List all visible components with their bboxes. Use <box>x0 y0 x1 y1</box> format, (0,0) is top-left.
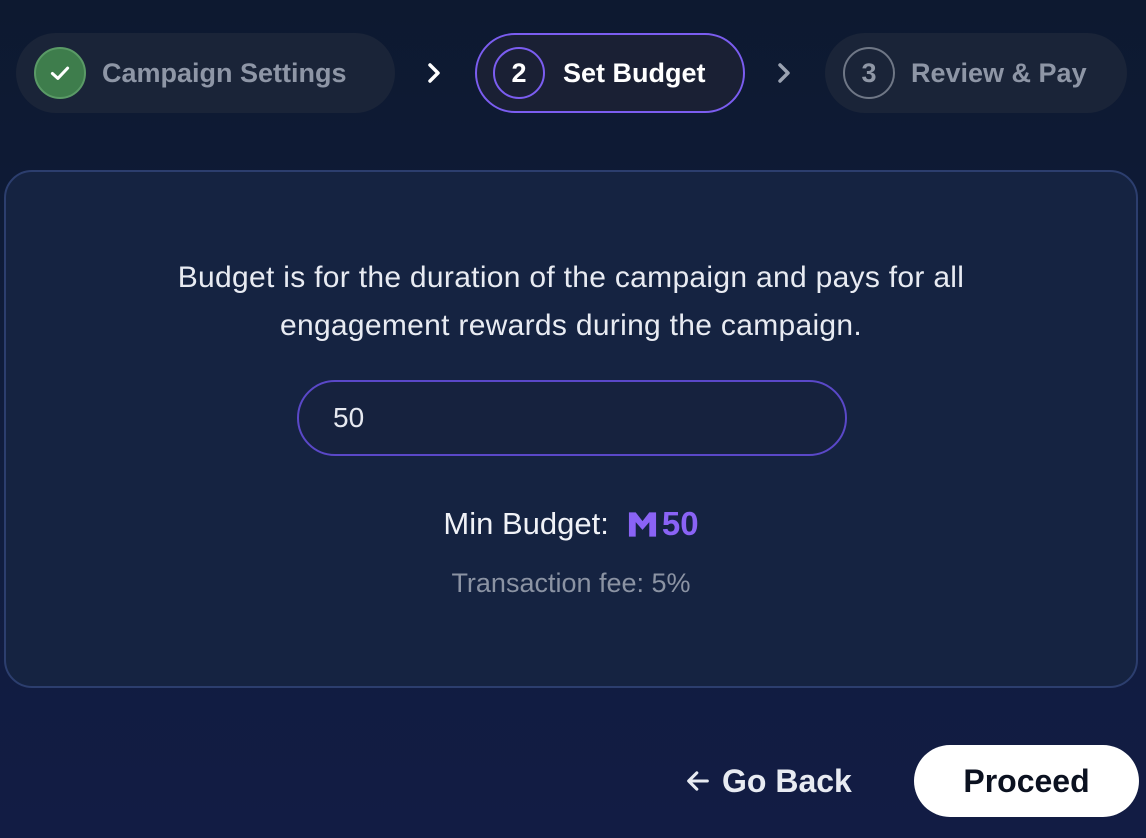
checkmark-icon <box>50 66 70 80</box>
step-campaign-settings[interactable]: Campaign Settings <box>16 33 395 113</box>
step-label: Review & Pay <box>911 57 1087 88</box>
step-review-pay[interactable]: 3 Review & Pay <box>825 33 1127 113</box>
chevron-right-icon <box>778 63 790 83</box>
min-budget-value: 50 <box>661 505 699 542</box>
min-budget-row: Min Budget: 50 <box>6 502 1136 546</box>
step-complete-check <box>34 47 86 99</box>
description-line: engagement rewards during the campaign. <box>279 309 863 342</box>
budget-description: Budget is for the duration of the campai… <box>6 254 1136 350</box>
go-back-button[interactable]: Go Back <box>684 755 852 807</box>
step-number: 3 <box>843 47 895 99</box>
proceed-button[interactable]: Proceed <box>914 745 1139 817</box>
transaction-fee: Transaction fee: 5% <box>451 568 691 598</box>
step-number: 2 <box>493 47 545 99</box>
description-line: Budget is for the duration of the campai… <box>177 261 965 294</box>
step-set-budget[interactable]: 2 Set Budget <box>475 33 745 113</box>
go-back-label: Go Back <box>722 762 852 799</box>
min-budget-label: Min Budget: <box>443 506 609 541</box>
step-label: Set Budget <box>563 57 706 88</box>
arrow-left-icon <box>687 771 709 791</box>
budget-card: Budget is for the duration of the campai… <box>4 170 1138 688</box>
progress-stepper: Campaign Settings 2 Set Budget 3 Review … <box>0 0 1146 146</box>
m-coin-icon <box>628 512 656 537</box>
step-label: Campaign Settings <box>102 57 347 88</box>
chevron-right-icon <box>428 63 440 83</box>
budget-input[interactable] <box>297 380 847 456</box>
